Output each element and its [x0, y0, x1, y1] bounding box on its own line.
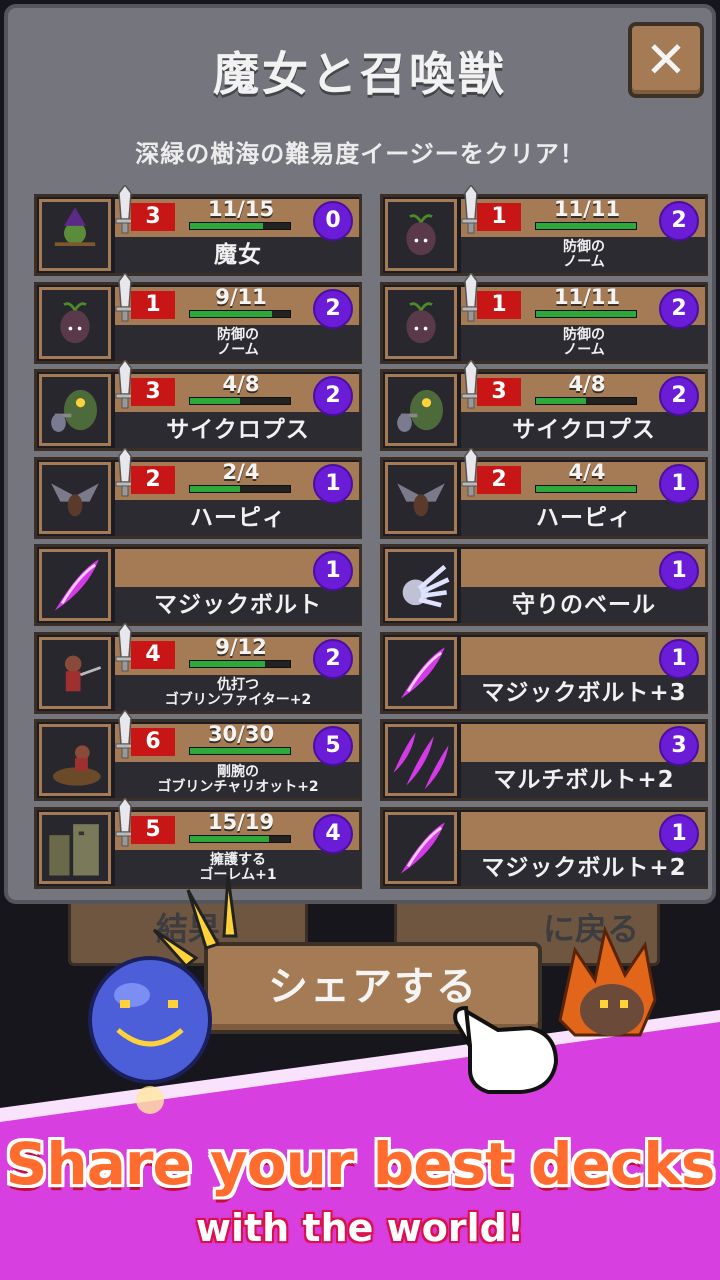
promo-headline: Share your best decks [5, 1130, 716, 1198]
promo-subline: with the world! [195, 1206, 525, 1250]
promo-overlay [0, 875, 720, 1280]
burst-lines-icon [152, 875, 238, 969]
fire-monster-icon [558, 925, 657, 1037]
pointing-hand-icon [453, 1005, 559, 1094]
